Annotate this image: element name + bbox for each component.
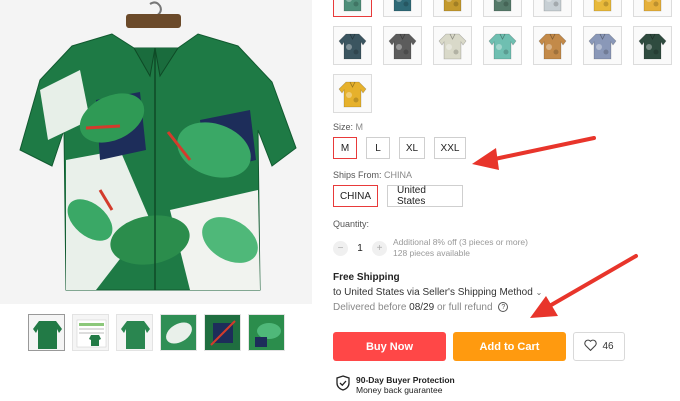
size-option-xl[interactable]: XL <box>399 137 425 159</box>
shirt-icon <box>588 33 617 60</box>
buyer-protection: 90-Day Buyer Protection Money back guara… <box>336 375 455 396</box>
shirt-icon <box>543 0 562 12</box>
ships-from-china[interactable]: CHINA <box>333 185 378 207</box>
color-swatch-6[interactable] <box>583 0 622 17</box>
buy-now-button[interactable]: Buy Now <box>333 332 446 361</box>
shipping-title: Free Shipping <box>333 272 400 283</box>
shield-icon <box>336 375 350 396</box>
color-swatch-7[interactable] <box>633 0 672 17</box>
arrow-cart-annotation <box>530 254 638 318</box>
color-swatch-5[interactable] <box>533 0 572 17</box>
color-swatch-14[interactable] <box>633 26 672 65</box>
protection-title: 90-Day Buyer Protection <box>356 375 455 385</box>
ships-from-label: Ships From: CHINA <box>333 170 413 180</box>
shirt-icon <box>538 33 567 60</box>
chevron-down-icon: ⌄ <box>535 288 543 297</box>
add-to-cart-button[interactable]: Add to Cart <box>453 332 566 361</box>
thumbnail-6[interactable] <box>248 314 285 351</box>
quantity-stepper: − 1 + Additional 8% off (3 pieces or mor… <box>333 237 528 259</box>
main-product-image[interactable] <box>0 0 312 304</box>
bulk-discount-note: Additional 8% off (3 pieces or more) <box>393 237 528 247</box>
shirt-icon <box>388 33 417 60</box>
arrow-size-annotation <box>472 136 596 170</box>
thumbnail-4[interactable] <box>160 314 197 351</box>
ships-from-selected-value: CHINA <box>384 170 413 180</box>
shipping-method-text: to United States via Seller's Shipping M… <box>333 287 533 298</box>
shirt-icon <box>393 0 412 12</box>
size-label: Size: M <box>333 122 364 132</box>
wishlist-button[interactable]: 46 <box>573 332 625 361</box>
color-swatch-2[interactable] <box>383 0 422 17</box>
shipping-method-selector[interactable]: to United States via Seller's Shipping M… <box>333 287 542 298</box>
thumbnail-3[interactable] <box>116 314 153 351</box>
quantity-info: Additional 8% off (3 pieces or more) 128… <box>393 237 528 259</box>
quantity-value[interactable]: 1 <box>348 243 372 254</box>
color-swatch-1[interactable] <box>333 0 372 17</box>
size-option-xxl[interactable]: XXL <box>434 137 466 159</box>
color-swatches <box>333 0 673 122</box>
thumbnail-strip <box>28 314 285 351</box>
delivery-estimate: Delivered before 08/29 or full refund ? <box>333 302 509 313</box>
color-swatch-4[interactable] <box>483 0 522 17</box>
wishlist-count: 46 <box>602 341 614 352</box>
protection-subtitle: Money back guarantee <box>356 385 443 395</box>
shirt-illustration <box>19 1 297 291</box>
quantity-decrease-button[interactable]: − <box>333 240 348 256</box>
help-icon[interactable]: ? <box>498 302 509 313</box>
ships-from-options: CHINA United States <box>333 185 463 207</box>
ships-from-united-states[interactable]: United States <box>387 185 463 207</box>
size-options: M L XL XXL <box>333 137 466 159</box>
shirt-icon <box>593 0 612 12</box>
thumbnail-5[interactable] <box>204 314 241 351</box>
delivery-date: 08/29 <box>409 302 435 313</box>
color-swatch-11[interactable] <box>483 26 522 65</box>
shirt-icon <box>638 33 667 60</box>
shirt-icon <box>443 0 462 12</box>
shirt-icon <box>438 33 467 60</box>
thumbnail-1[interactable] <box>28 314 65 351</box>
shirt-icon <box>488 33 517 60</box>
size-option-l[interactable]: L <box>366 137 390 159</box>
color-swatch-10[interactable] <box>433 26 472 65</box>
thumbnail-2[interactable] <box>72 314 109 351</box>
shirt-icon <box>493 0 512 12</box>
color-swatch-13[interactable] <box>583 26 622 65</box>
color-swatch-3[interactable] <box>433 0 472 17</box>
pieces-available: 128 pieces available <box>393 248 471 258</box>
shirt-icon <box>643 0 662 12</box>
quantity-increase-button[interactable]: + <box>372 240 387 256</box>
heart-icon <box>584 339 598 354</box>
color-swatch-15[interactable] <box>333 74 372 113</box>
size-selected-value: M <box>355 122 364 132</box>
size-option-m[interactable]: M <box>333 137 357 159</box>
shirt-icon <box>338 81 367 108</box>
shirt-icon <box>343 0 362 12</box>
quantity-label: Quantity: <box>333 219 370 229</box>
color-swatch-8[interactable] <box>333 26 372 65</box>
color-swatch-9[interactable] <box>383 26 422 65</box>
color-swatch-12[interactable] <box>533 26 572 65</box>
shirt-icon <box>338 33 367 60</box>
